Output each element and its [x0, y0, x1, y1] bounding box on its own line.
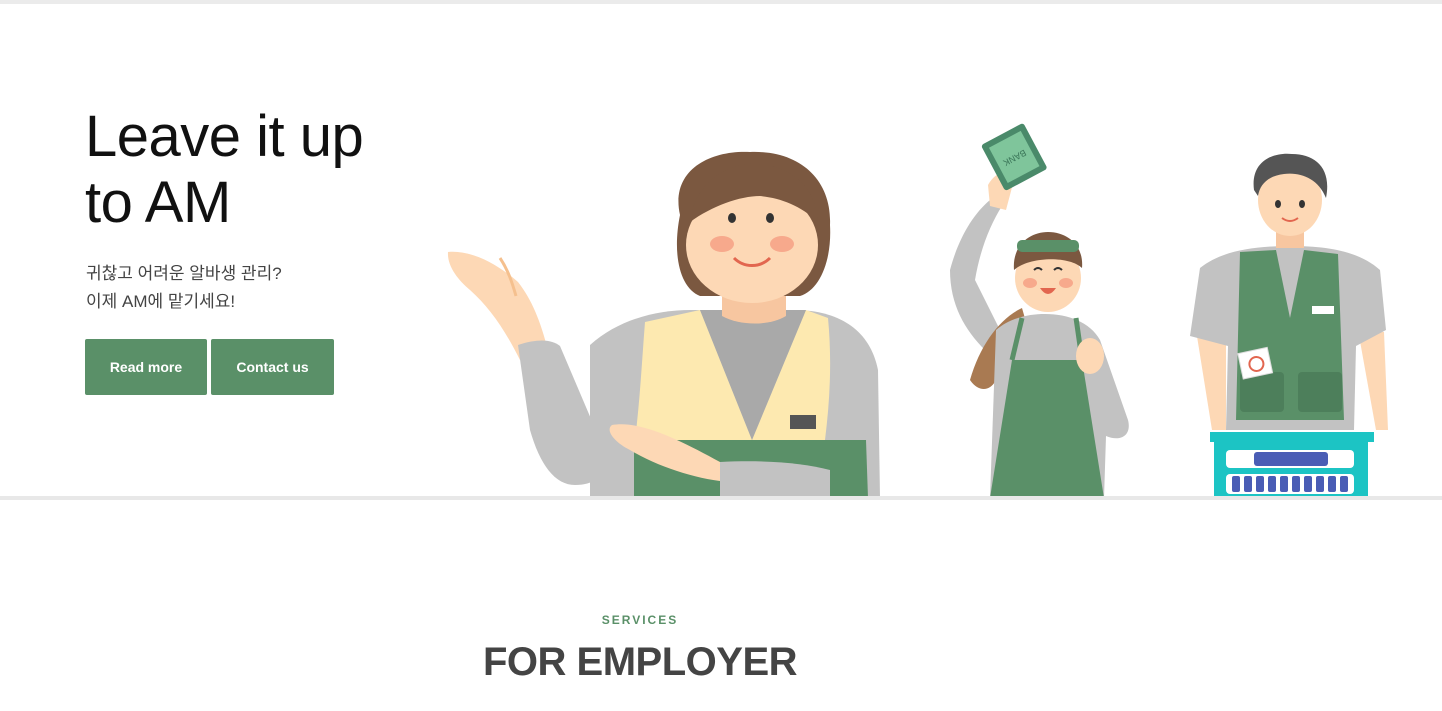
hero-title: Leave it up to AM [85, 104, 445, 236]
contact-us-button[interactable]: Contact us [211, 339, 334, 395]
employee-man-illustration [1190, 153, 1388, 498]
services-label: SERVICES [601, 613, 679, 627]
hero-title-line2: to AM [85, 170, 231, 235]
employee-girl-illustration: BANK [950, 123, 1129, 498]
read-more-button[interactable]: Read more [85, 339, 207, 395]
hero-divider [0, 496, 1442, 500]
services-title: FOR EMPLOYER [482, 640, 798, 684]
hero-title-line1: Leave it up [85, 104, 364, 169]
employee-woman-illustration [447, 151, 880, 498]
hero-illustration: BANK [447, 123, 1388, 498]
hero-subtitle-line2: 이제 AM에 맡기세요! [86, 292, 236, 311]
hero-subtitle: 귀찮고 어려운 알바생 관리? 이제 AM에 맡기세요! [86, 260, 426, 316]
hero-subtitle-line1: 귀찮고 어려운 알바생 관리? [86, 264, 282, 283]
